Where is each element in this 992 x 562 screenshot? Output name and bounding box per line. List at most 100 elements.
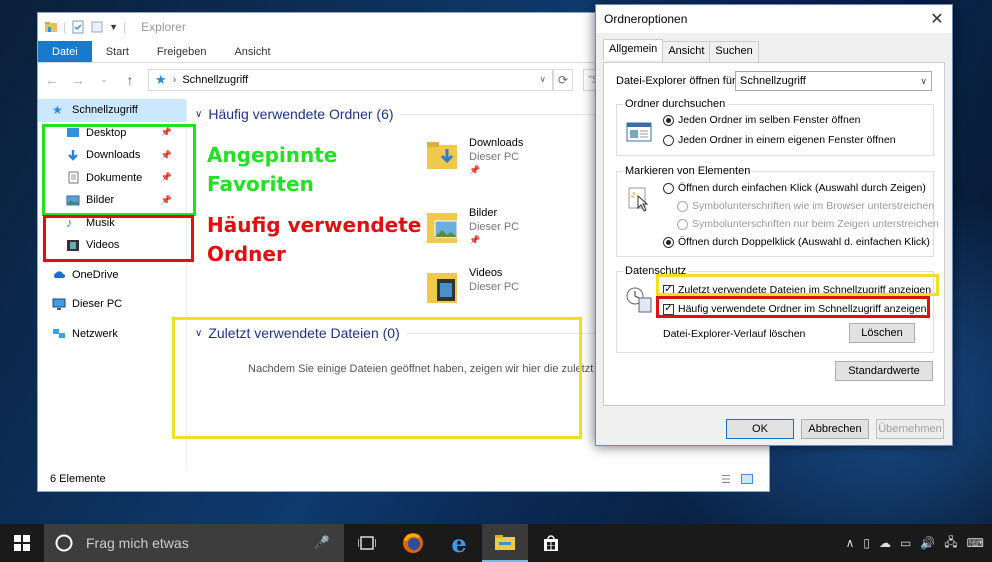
underline-browser-radio: Symbolunterschriften wie im Browser unte…	[677, 200, 934, 212]
taskbar-search-input[interactable]: Frag mich etwas 🎤	[44, 524, 344, 562]
store-button[interactable]	[528, 524, 574, 562]
cloud-icon	[54, 271, 65, 279]
properties-icon[interactable]	[71, 20, 85, 34]
tab-datei[interactable]: Datei	[38, 41, 92, 62]
radio-selected[interactable]	[663, 114, 674, 126]
tab-freigeben[interactable]: Freigeben	[143, 41, 221, 62]
collapse-chevron-icon[interactable]: ∨	[195, 109, 202, 120]
keyboard-icon[interactable]: ⌨	[967, 536, 984, 550]
radio[interactable]	[663, 182, 674, 194]
address-bar[interactable]: ★ › Schnellzugriff ∨	[148, 68, 553, 91]
folder-name: Bilder	[469, 207, 498, 219]
edge-icon: e	[451, 528, 467, 558]
usb-icon[interactable]: ▯	[863, 536, 870, 550]
up-arrow-icon[interactable]: ↑	[122, 72, 138, 88]
downloads-folder-icon	[427, 142, 457, 169]
close-icon[interactable]: ✕	[922, 9, 952, 29]
open-for-select[interactable]: Schnellzugriff ∨	[735, 71, 932, 91]
folder-name: Videos	[469, 267, 503, 279]
folder-name: Downloads	[469, 137, 524, 149]
option-label: Öffnen durch Doppelklick (Auswahl d. ein…	[678, 236, 930, 248]
list-item[interactable]: Videos Dieser PC	[425, 267, 519, 307]
edge-button[interactable]: e	[436, 524, 482, 562]
forward-arrow-icon[interactable]: →	[70, 72, 86, 88]
search-placeholder: Frag mich etwas	[86, 535, 189, 551]
breadcrumb-separator: ›	[172, 73, 177, 86]
option-label: Öffnen durch einfachen Klick (Auswahl du…	[678, 182, 926, 194]
item-count: 6 Elemente	[50, 473, 106, 485]
details-view-icon[interactable]: ☰	[721, 473, 731, 486]
pin-icon: 📌	[469, 165, 481, 175]
quick-access-toolbar-dropdown-icon[interactable]: ▼	[109, 22, 118, 32]
list-item[interactable]: Downloads Dieser PC 📌	[425, 137, 523, 176]
task-view-icon	[358, 536, 376, 550]
sidebar-item-label: OneDrive	[72, 268, 119, 281]
back-arrow-icon[interactable]: ←	[44, 72, 60, 88]
start-button[interactable]	[0, 524, 44, 562]
double-click-radio[interactable]: Öffnen durch Doppelklick (Auswahl d. ein…	[663, 236, 930, 248]
browse-folders-group: Ordner durchsuchen Jeden Ordner im selbe…	[616, 98, 934, 156]
option-label: Symbolunterschriften nur beim Zeigen unt…	[692, 218, 939, 230]
open-for-label: Datei-Explorer öffnen für:	[616, 75, 739, 87]
defaults-button[interactable]: Standardwerte	[835, 361, 933, 381]
taskbar: Frag mich etwas 🎤 e ∧ ▯ ☁ ▭ 🔊 🖧 ⌨	[0, 524, 992, 562]
annotation-line: Häufig verwendete	[207, 213, 422, 237]
cloud-icon[interactable]: ☁	[879, 536, 891, 550]
option-label: Jeden Ordner in einem eigenen Fenster öf…	[678, 134, 896, 146]
general-tab-panel: Datei-Explorer öffnen für: Schnellzugrif…	[603, 62, 945, 406]
refresh-icon[interactable]: ⟳	[553, 68, 573, 91]
recent-highlight-box	[172, 317, 582, 439]
computer-icon	[52, 298, 66, 310]
radio[interactable]	[663, 134, 674, 146]
single-click-radio[interactable]: Öffnen durch einfachen Klick (Auswahl du…	[663, 182, 926, 194]
explorer-taskbar-button[interactable]	[482, 524, 528, 562]
cancel-button[interactable]: Abbrechen	[801, 419, 869, 439]
option-label: Jeden Ordner im selben Fenster öffnen	[678, 114, 861, 126]
click-items-group: Markieren von Elementen Öffnen durch ein…	[616, 165, 939, 257]
sidebar-item-schnellzugriff[interactable]: ★ Schnellzugriff	[38, 99, 186, 122]
folder-icon	[495, 535, 515, 550]
tab-suchen[interactable]: Suchen	[709, 41, 759, 62]
sidebar-item-dieser-pc[interactable]: Dieser PC	[38, 293, 186, 316]
firefox-button[interactable]	[390, 524, 436, 562]
chevron-up-icon[interactable]: ∧	[846, 536, 855, 550]
list-item[interactable]: Bilder Dieser PC 📌	[425, 207, 519, 247]
sidebar-item-onedrive[interactable]: OneDrive	[38, 264, 186, 287]
star-icon: ★	[155, 71, 167, 87]
network-icon[interactable]: 🖧	[944, 533, 957, 554]
pin-icon: 📌	[469, 235, 481, 245]
window-title: Explorer	[141, 20, 186, 34]
volume-icon[interactable]: 🔊	[920, 536, 935, 550]
sidebar-item-netzwerk[interactable]: Netzwerk	[38, 323, 186, 346]
sidebar-item-label: Dieser PC	[72, 298, 123, 311]
power-icon[interactable]: ▭	[900, 536, 911, 550]
recent-locations-chevron-icon[interactable]: ⌄	[96, 74, 112, 85]
same-window-radio[interactable]: Jeden Ordner im selben Fenster öffnen	[663, 114, 861, 126]
pinned-annotation: Angepinnte Favoriten	[207, 141, 337, 199]
tab-ansicht[interactable]: Ansicht	[662, 41, 711, 62]
microphone-icon[interactable]: 🎤	[314, 535, 330, 551]
windows-logo-icon	[14, 535, 30, 551]
cortana-icon	[55, 534, 73, 552]
ok-button[interactable]: OK	[726, 419, 794, 439]
frequent-highlight-box	[43, 215, 194, 262]
clear-button[interactable]: Löschen	[849, 323, 915, 343]
network-icon	[53, 329, 65, 339]
tab-ansicht[interactable]: Ansicht	[220, 41, 284, 62]
store-icon	[544, 535, 558, 551]
dialog-tabs: Allgemein Ansicht Suchen	[603, 39, 759, 62]
large-icons-view-icon[interactable]	[741, 474, 753, 484]
address-dropdown-icon[interactable]: ∨	[539, 74, 546, 85]
apply-button[interactable]: Übernehmen	[876, 419, 944, 439]
tab-allgemein[interactable]: Allgemein	[603, 39, 664, 60]
new-window-radio[interactable]: Jeden Ordner in einem eigenen Fenster öf…	[663, 134, 896, 146]
task-view-button[interactable]	[344, 524, 390, 562]
frequent-annotation: Häufig verwendete Ordner	[207, 211, 421, 269]
star-icon: ★	[52, 102, 63, 117]
tab-start[interactable]: Start	[92, 41, 143, 62]
dialog-title: Ordneroptionen	[604, 12, 688, 26]
new-folder-icon[interactable]	[90, 20, 104, 34]
radio-selected[interactable]	[663, 236, 674, 248]
address-text: Schnellzugriff	[182, 73, 249, 86]
dialog-titlebar: Ordneroptionen ✕	[596, 5, 952, 33]
